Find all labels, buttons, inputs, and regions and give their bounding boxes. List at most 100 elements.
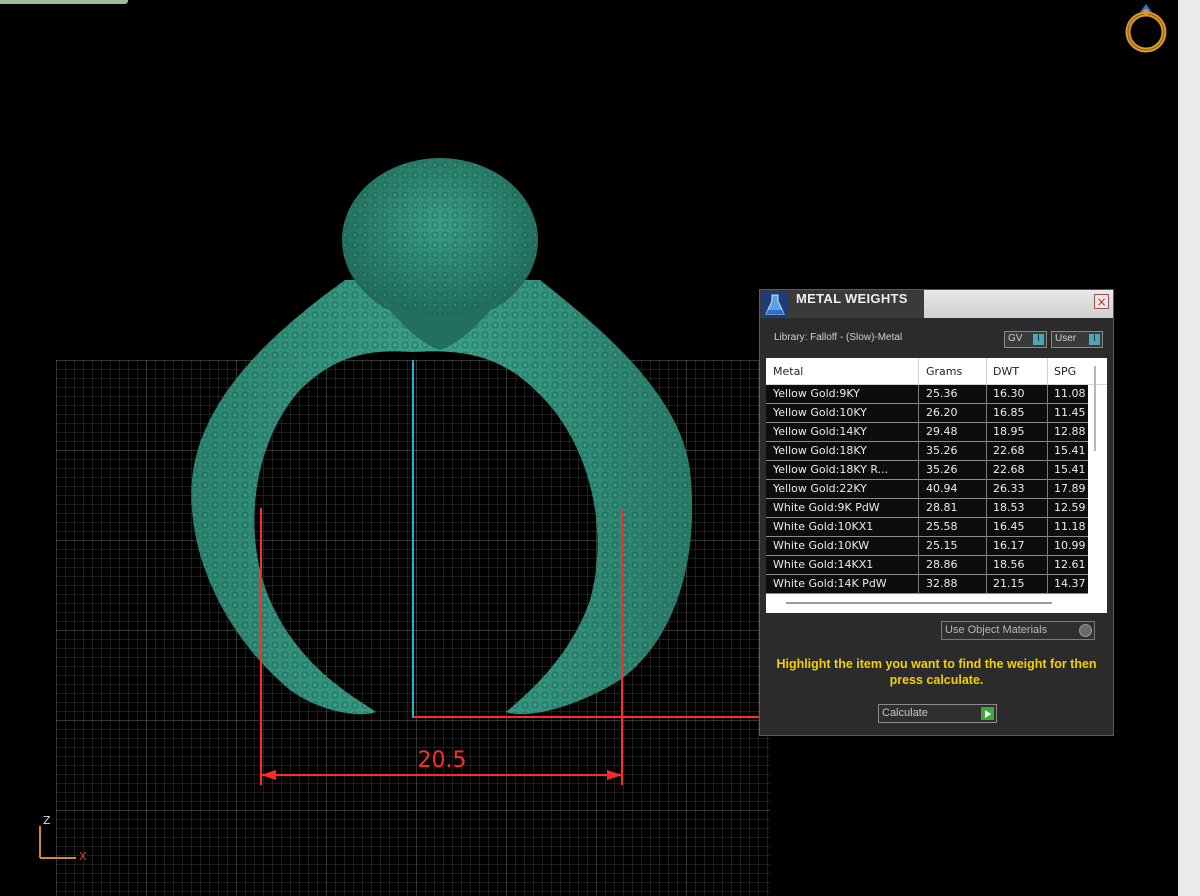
column-divider — [918, 518, 919, 537]
cell-dwt: 18.56 — [993, 558, 1025, 571]
cell-grams: 25.36 — [926, 387, 958, 400]
column-divider — [986, 575, 987, 594]
cell-spg: 15.41 — [1054, 463, 1086, 476]
table-body[interactable]: Yellow Gold:9KY 25.36 16.30 11.08 Yellow Gol… — [766, 385, 1088, 594]
cell-dwt: 16.85 — [993, 406, 1025, 419]
cell-dwt: 26.33 — [993, 482, 1025, 495]
table-row[interactable]: Yellow Gold:14KY 29.48 18.95 12.88 — [766, 423, 1088, 442]
cell-spg: 17.89 — [1054, 482, 1086, 495]
column-divider — [918, 404, 919, 423]
cell-grams: 29.48 — [926, 425, 958, 438]
table-row[interactable]: Yellow Gold:18KY 35.26 22.68 15.41 — [766, 442, 1088, 461]
play-arrow-icon — [981, 707, 994, 720]
column-divider — [918, 442, 919, 461]
cell-metal: Yellow Gold:18KY — [773, 444, 867, 457]
3d-viewport[interactable]: Z X 20.5 METAL WEIGHTS × Library: Fallof… — [0, 0, 1200, 896]
cell-spg: 15.41 — [1054, 444, 1086, 457]
column-divider — [986, 556, 987, 575]
cell-grams: 35.26 — [926, 444, 958, 457]
cell-spg: 11.08 — [1054, 387, 1086, 400]
calculate-button[interactable]: Calculate — [878, 704, 997, 723]
cell-dwt: 18.95 — [993, 425, 1025, 438]
column-divider — [918, 575, 919, 594]
column-divider — [918, 480, 919, 499]
cell-grams: 40.94 — [926, 482, 958, 495]
table-row[interactable]: White Gold:10KX1 25.58 16.45 11.18 — [766, 518, 1088, 537]
cell-metal: Yellow Gold:10KY — [773, 406, 867, 419]
user-toggle-button[interactable]: User I — [1051, 331, 1103, 348]
table-row[interactable]: Yellow Gold:10KY 26.20 16.85 11.45 — [766, 404, 1088, 423]
gv-toggle-button[interactable]: GV I — [1004, 331, 1047, 348]
column-divider — [1047, 385, 1048, 404]
vertical-scrollbar[interactable] — [1094, 366, 1096, 451]
metal-weights-panel[interactable]: METAL WEIGHTS × Library: Falloff - (Slow… — [759, 289, 1114, 736]
column-divider — [1047, 556, 1048, 575]
cell-grams: 28.81 — [926, 501, 958, 514]
column-divider — [986, 385, 987, 404]
table-row[interactable]: Yellow Gold:9KY 25.36 16.30 11.08 — [766, 385, 1088, 404]
cell-grams: 25.58 — [926, 520, 958, 533]
metal-table[interactable]: Metal Grams DWT SPG Yellow Gold:9KY 25.36… — [766, 358, 1107, 613]
table-row[interactable]: White Gold:9K PdW 28.81 18.53 12.59 — [766, 499, 1088, 518]
cell-spg: 10.99 — [1054, 539, 1086, 552]
gv-label: GV — [1008, 333, 1023, 344]
cell-spg: 14.37 — [1054, 577, 1086, 590]
cell-metal: Yellow Gold:22KY — [773, 482, 867, 495]
flask-logo-icon — [762, 292, 788, 318]
column-divider — [1047, 499, 1048, 518]
column-divider — [918, 423, 919, 442]
column-divider — [918, 499, 919, 518]
column-divider — [986, 404, 987, 423]
column-divider — [1047, 423, 1048, 442]
column-divider — [918, 556, 919, 575]
gv-indicator-icon: I — [1033, 334, 1044, 345]
table-row[interactable]: White Gold:14K PdW 32.88 21.15 14.37 — [766, 575, 1088, 594]
column-divider — [1047, 442, 1048, 461]
column-divider — [986, 480, 987, 499]
cell-dwt: 22.68 — [993, 463, 1025, 476]
column-divider — [1047, 404, 1048, 423]
dimension-value-label: 20.5 — [417, 748, 467, 773]
column-header-dwt[interactable]: DWT — [993, 365, 1019, 378]
cell-spg: 12.88 — [1054, 425, 1086, 438]
instruction-text: Highlight the item you want to find the … — [776, 657, 1097, 687]
cell-spg: 11.45 — [1054, 406, 1086, 419]
use-object-materials-toggle[interactable]: Use Object Materials — [941, 621, 1095, 640]
table-row[interactable]: White Gold:14KX1 28.86 18.56 12.61 — [766, 556, 1088, 575]
column-divider — [986, 442, 987, 461]
cell-dwt: 21.15 — [993, 577, 1025, 590]
cell-dwt: 22.68 — [993, 444, 1025, 457]
panel-title: METAL WEIGHTS — [796, 291, 908, 306]
column-divider — [986, 537, 987, 556]
cell-spg: 12.61 — [1054, 558, 1086, 571]
cell-metal: White Gold:10KW — [773, 539, 870, 552]
column-divider — [1047, 480, 1048, 499]
table-row[interactable]: White Gold:10KW 25.15 16.17 10.99 — [766, 537, 1088, 556]
horizontal-scrollbar[interactable] — [786, 602, 1052, 604]
column-divider — [1047, 537, 1048, 556]
column-divider — [986, 518, 987, 537]
column-header-grams[interactable]: Grams — [926, 365, 962, 378]
cell-grams: 25.15 — [926, 539, 958, 552]
close-button[interactable]: × — [1094, 294, 1109, 309]
cell-metal: White Gold:14KX1 — [773, 558, 874, 571]
column-divider — [918, 385, 919, 404]
table-row[interactable]: Yellow Gold:18KY R... 35.26 22.68 15.41 — [766, 461, 1088, 480]
cell-grams: 28.86 — [926, 558, 958, 571]
column-divider — [986, 423, 987, 442]
cell-metal: White Gold:14K PdW — [773, 577, 887, 590]
panel-titlebar[interactable]: METAL WEIGHTS × — [760, 290, 1113, 318]
table-row[interactable]: Yellow Gold:22KY 40.94 26.33 17.89 — [766, 480, 1088, 499]
cell-dwt: 16.17 — [993, 539, 1025, 552]
cell-spg: 12.59 — [1054, 501, 1086, 514]
calculate-label: Calculate — [882, 707, 928, 719]
axis-x-label: X — [79, 850, 87, 863]
ring-view-icon[interactable] — [1120, 0, 1172, 56]
column-header-metal[interactable]: Metal — [773, 365, 803, 378]
cell-metal: Yellow Gold:18KY R... — [773, 463, 889, 476]
use-object-materials-label: Use Object Materials — [945, 624, 1048, 636]
cell-metal: White Gold:9K PdW — [773, 501, 880, 514]
ring-head-texture — [342, 158, 538, 322]
column-header-spg[interactable]: SPG — [1054, 365, 1076, 378]
column-divider — [986, 461, 987, 480]
